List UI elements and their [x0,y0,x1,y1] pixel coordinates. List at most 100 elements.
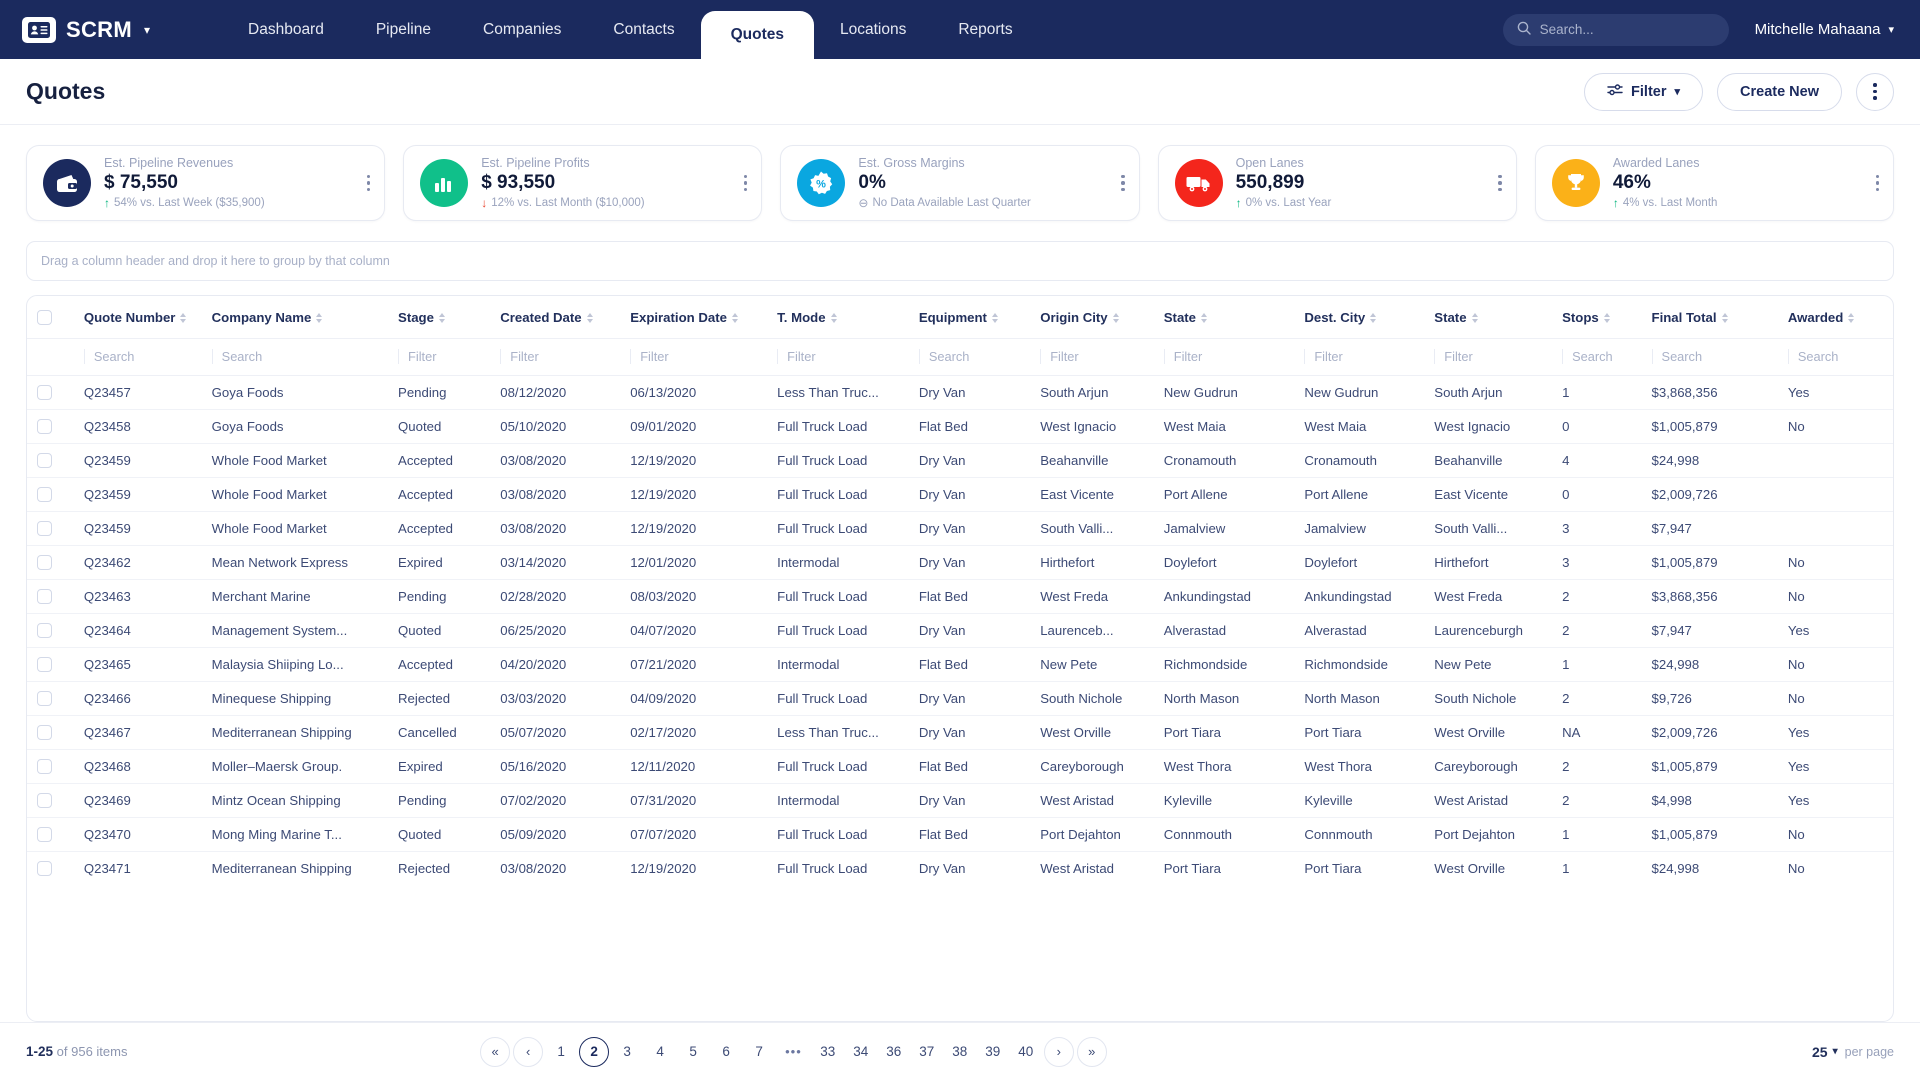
kpi-card-est-gross-margins[interactable]: % Est. Gross Margins 0% ⊖ No Data Availa… [780,145,1140,221]
row-checkbox[interactable] [37,691,52,706]
column-header-origin-state[interactable]: State [1154,296,1295,339]
table-row[interactable]: Q23459 Whole Food Market Accepted 03/08/202… [27,477,1893,512]
pagination-next-button[interactable]: › [1043,1036,1074,1067]
column-header-expiration-date[interactable]: Expiration Date [620,296,767,339]
pagination-page-37[interactable]: 37 [912,1037,942,1067]
sort-icon[interactable] [1370,312,1377,323]
sort-icon[interactable] [830,312,837,323]
pagination-page-39[interactable]: 39 [978,1037,1008,1067]
pagination-prev-button[interactable]: ‹ [513,1036,544,1067]
row-checkbox[interactable] [37,453,52,468]
sort-icon[interactable] [438,312,445,323]
filter-input-final-total[interactable]: Search [1641,338,1778,376]
nav-item-locations[interactable]: Locations [814,0,932,59]
kpi-card-est-pipeline-profits[interactable]: Est. Pipeline Profits $ 93,550 ↓ 12% vs.… [403,145,763,221]
row-checkbox[interactable] [37,725,52,740]
table-row[interactable]: Q23459 Whole Food Market Accepted 03/08/202… [27,443,1893,478]
sort-icon[interactable] [1201,312,1208,323]
group-by-dropzone[interactable]: Drag a column header and drop it here to… [26,241,1894,281]
row-checkbox[interactable] [37,759,52,774]
table-row[interactable]: Q23468 Moller–Maersk Group. Expired 05/16/2… [27,749,1893,784]
row-checkbox[interactable] [37,521,52,536]
kpi-card-awarded-lanes[interactable]: Awarded Lanes 46% ↑ 4% vs. Last Month [1534,145,1895,221]
column-header-awarded[interactable]: Awarded [1778,296,1893,339]
filter-input-origin-city[interactable]: Filter [1030,338,1154,376]
kpi-card-est-pipeline-revenues[interactable]: Est. Pipeline Revenues $ 75,550 ↑ 54% vs… [26,145,386,221]
pagination-page-7[interactable]: 7 [744,1037,774,1067]
nav-item-quotes[interactable]: Quotes [700,11,814,59]
pagination-last-button[interactable]: » [1076,1036,1107,1067]
sort-icon[interactable] [180,312,187,323]
row-checkbox[interactable] [37,419,52,434]
pagination-page-33[interactable]: 33 [813,1037,843,1067]
kpi-more-options-button[interactable] [1875,174,1880,192]
table-row[interactable]: Q23465 Malaysia Shiiping Lo... Accepted 04/… [27,647,1893,682]
page-more-options-button[interactable] [1856,72,1894,111]
select-all-checkbox[interactable] [37,310,52,325]
column-header-t-mode[interactable]: T. Mode [767,296,909,339]
filter-input-company-name[interactable]: Search [201,338,389,376]
row-checkbox[interactable] [37,589,52,604]
nav-item-contacts[interactable]: Contacts [587,0,700,59]
pagination-page-1[interactable]: 1 [546,1037,576,1067]
filter-input-expiration-date[interactable]: Filter [620,338,768,376]
table-row[interactable]: Q23457 Goya Foods Pending 08/12/2020 06/13/2… [27,375,1893,410]
filter-input-dest-state[interactable]: Filter [1424,338,1553,376]
sort-icon[interactable] [731,312,738,323]
kpi-card-open-lanes[interactable]: Open Lanes 550,899 ↑ 0% vs. Last Year [1157,145,1517,221]
table-row[interactable]: Q23469 Mintz Ocean Shipping Pending 07/02/2… [27,783,1893,818]
pagination-first-button[interactable]: « [480,1036,511,1067]
filter-input-stage[interactable]: Filter [388,338,491,376]
column-header-stage[interactable]: Stage [388,296,490,339]
column-header-quote-number[interactable]: Quote Number [74,296,202,339]
table-row[interactable]: Q23466 Minequese Shipping Rejected 03/03/20… [27,681,1893,716]
kpi-more-options-button[interactable] [1121,174,1125,192]
sort-icon[interactable] [1721,312,1728,323]
filter-button[interactable]: Filter ▾ [1584,72,1704,111]
pagination-page-2[interactable]: 2 [579,1036,610,1067]
table-row[interactable]: Q23462 Mean Network Express Expired 03/14/2… [27,545,1893,580]
pagination-page-40[interactable]: 40 [1011,1037,1041,1067]
pagination-page-3[interactable]: 3 [612,1037,642,1067]
table-row[interactable]: Q23464 Management System... Quoted 06/25/20… [27,613,1893,648]
table-row[interactable]: Q23467 Mediterranean Shipping Cancelled 05/… [27,715,1893,750]
filter-input-created-date[interactable]: Filter [490,338,621,376]
sort-icon[interactable] [1603,312,1610,323]
filter-input-origin-state[interactable]: Filter [1153,338,1295,376]
column-header-created-date[interactable]: Created Date [490,296,620,339]
table-row[interactable]: Q23463 Merchant Marine Pending 02/28/2020 08… [27,579,1893,614]
sort-icon[interactable] [991,312,998,323]
filter-input-quote-number[interactable]: Search [73,338,202,376]
nav-item-dashboard[interactable]: Dashboard [222,0,350,59]
user-menu[interactable]: Mitchelle Mahaana ▾ [1755,21,1894,38]
sort-icon[interactable] [1471,312,1478,323]
filter-input-equipment[interactable]: Search [908,338,1031,376]
column-header-company-name[interactable]: Company Name [202,296,388,339]
pagination-page-6[interactable]: 6 [711,1037,741,1067]
nav-item-reports[interactable]: Reports [932,0,1038,59]
column-header-dest-state[interactable]: State [1424,296,1552,339]
pagination-page-36[interactable]: 36 [879,1037,909,1067]
table-row[interactable]: Q23471 Mediterranean Shipping Rejected 03/0… [27,852,1893,886]
pagination-page-38[interactable]: 38 [945,1037,975,1067]
row-checkbox[interactable] [37,861,52,876]
brand-logo[interactable]: SCRM ▾ [0,0,150,59]
row-checkbox[interactable] [37,487,52,502]
row-checkbox[interactable] [37,385,52,400]
per-page-select[interactable]: 25 ▾ [1812,1044,1838,1060]
pagination-page-4[interactable]: 4 [645,1037,675,1067]
kpi-more-options-button[interactable] [1498,174,1502,192]
sort-icon[interactable] [316,312,323,323]
kpi-more-options-button[interactable] [743,174,748,192]
nav-item-pipeline[interactable]: Pipeline [350,0,457,59]
table-row[interactable]: Q23458 Goya Foods Quoted 05/10/2020 09/01/20… [27,409,1893,444]
column-header-final-total[interactable]: Final Total [1642,296,1778,339]
filter-input-dest-city[interactable]: Filter [1294,338,1425,376]
nav-item-companies[interactable]: Companies [457,0,587,59]
create-new-button[interactable]: Create New [1717,72,1842,111]
row-checkbox[interactable] [37,793,52,808]
row-checkbox[interactable] [37,657,52,672]
row-checkbox[interactable] [37,827,52,842]
kpi-more-options-button[interactable] [366,174,371,192]
row-checkbox[interactable] [37,555,52,570]
